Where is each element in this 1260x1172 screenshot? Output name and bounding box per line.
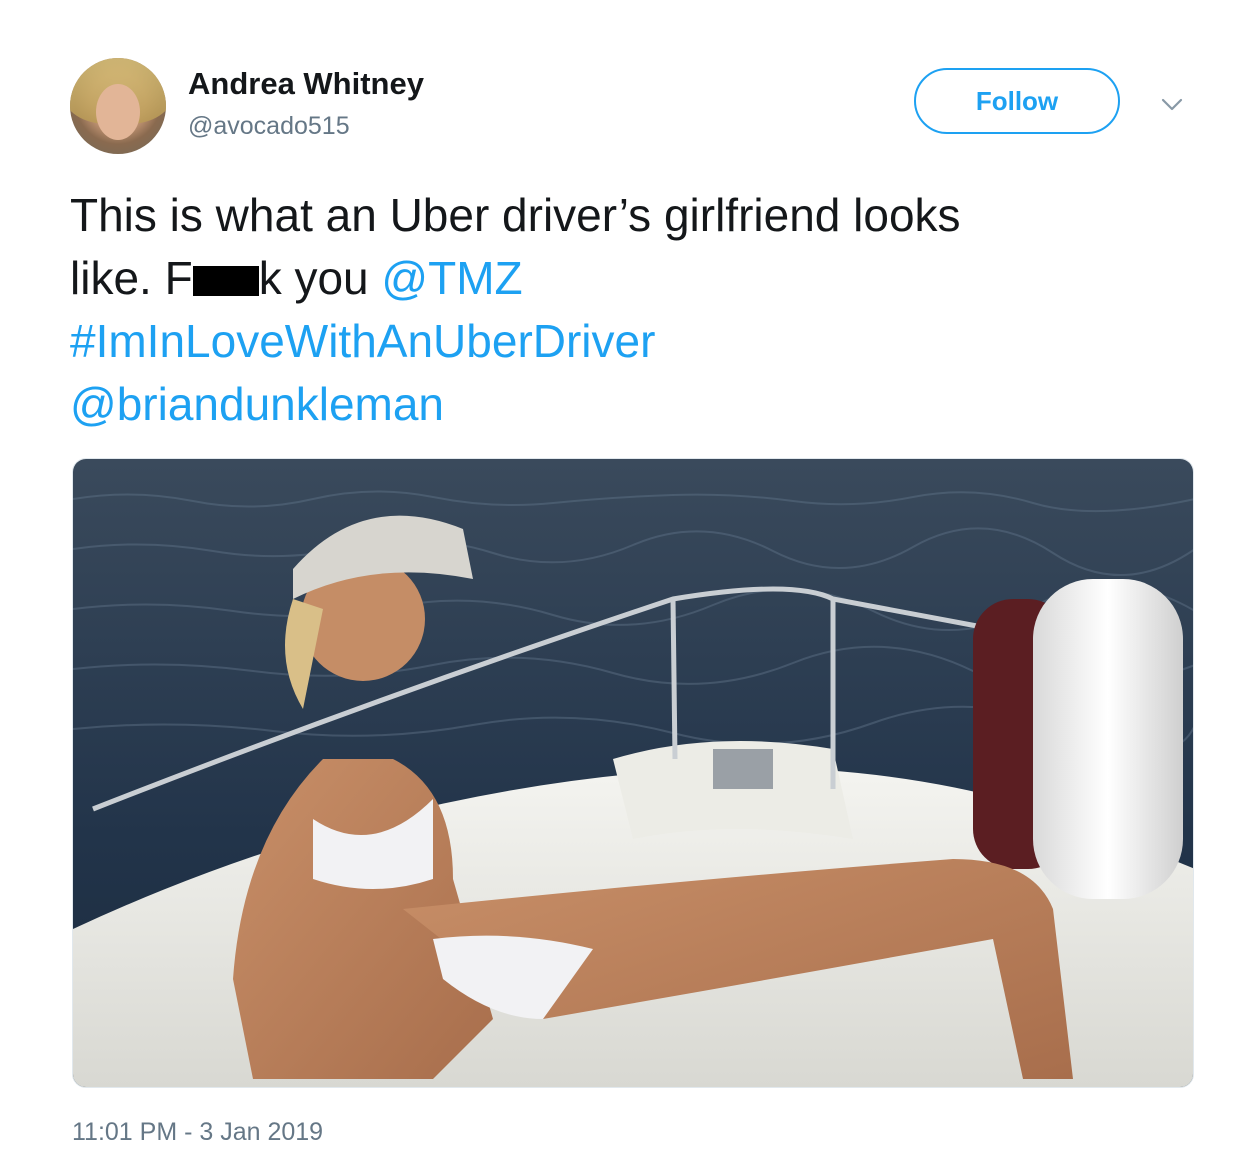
- mention-link-briandunkleman[interactable]: @briandunkleman: [70, 373, 1200, 436]
- user-handle[interactable]: @avocado515: [188, 112, 350, 141]
- user-display-name[interactable]: Andrea Whitney: [188, 66, 424, 102]
- photo-illustration: [73, 459, 1193, 1087]
- tweet-text-line-1: This is what an Uber driver’s girlfriend…: [70, 189, 961, 241]
- white-fender: [1033, 579, 1183, 899]
- follow-button[interactable]: Follow: [914, 68, 1120, 134]
- tweet-text-post: k you: [258, 252, 382, 304]
- hashtag-link[interactable]: #ImInLoveWithAnUberDriver: [70, 310, 1200, 373]
- tweet-text-pre: like. F: [70, 252, 193, 304]
- tweet-card: Andrea Whitney @avocado515 Follow This i…: [0, 0, 1260, 1172]
- avatar-face: [96, 84, 140, 140]
- tweet-text-line-2: like. F k you @TMZ: [70, 247, 1200, 310]
- tweet-photo[interactable]: [72, 458, 1194, 1088]
- tweet-timestamp[interactable]: 11:01 PM - 3 Jan 2019: [72, 1118, 323, 1147]
- boat-cleat: [713, 749, 773, 789]
- tweet-text: This is what an Uber driver’s girlfriend…: [70, 184, 1200, 436]
- redaction-block: [192, 266, 259, 296]
- mention-link-tmz[interactable]: @TMZ: [381, 252, 522, 304]
- chevron-down-icon[interactable]: [1160, 92, 1184, 116]
- avatar[interactable]: [70, 58, 166, 154]
